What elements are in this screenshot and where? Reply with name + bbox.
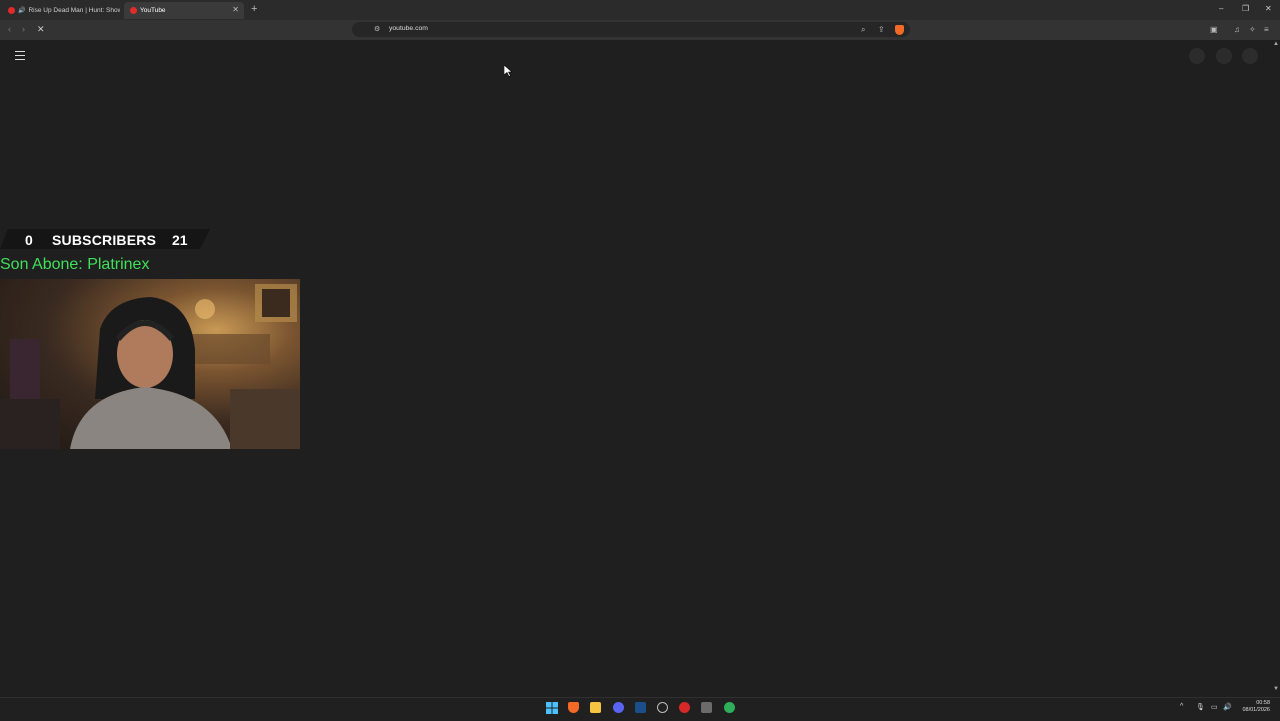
steam-icon[interactable]: [635, 702, 646, 713]
scroll-down-icon[interactable]: ▼: [1273, 686, 1279, 692]
forward-icon[interactable]: ›: [22, 24, 25, 34]
minimize-icon[interactable]: –: [1219, 4, 1223, 13]
leo-ai-icon[interactable]: ✧: [1249, 25, 1256, 34]
subscriber-label: SUBSCRIBERS: [52, 232, 157, 248]
share-icon[interactable]: ⇪: [878, 25, 885, 34]
tab-title: Rise Up Dead Man | Hunt: Show: [28, 7, 120, 14]
opera-gx-icon[interactable]: [679, 702, 690, 713]
youtube-favicon-icon: [130, 7, 137, 14]
loading-placeholder-icon: [1242, 48, 1258, 64]
clock-date: 08/01/2026: [1242, 707, 1270, 713]
brave-shield-icon[interactable]: [895, 25, 904, 35]
start-icon[interactable]: [546, 702, 558, 714]
clock-time: 00:58: [1256, 700, 1270, 706]
close-window-icon[interactable]: ✕: [1265, 4, 1272, 13]
scroll-up-icon[interactable]: ▲: [1273, 41, 1279, 47]
tray-overflow-icon[interactable]: ^: [1180, 703, 1183, 710]
subscriber-goal: 21: [172, 232, 188, 248]
mouse-cursor-icon: [504, 65, 513, 77]
microphone-icon[interactable]: 🎙: [1196, 703, 1205, 711]
webcam-feed: [0, 279, 300, 449]
volume-icon[interactable]: 🔊: [1223, 703, 1232, 711]
discord-icon[interactable]: [613, 702, 624, 713]
webcam-image: [0, 284, 300, 449]
app-icon[interactable]: [701, 702, 712, 713]
stop-loading-icon[interactable]: ✕: [37, 24, 45, 35]
loading-placeholder-icon: [1189, 48, 1205, 64]
sidebar-icon[interactable]: ▣: [1210, 25, 1218, 34]
network-icon[interactable]: ▭: [1211, 703, 1218, 711]
restore-icon[interactable]: ❐: [1242, 4, 1249, 13]
file-explorer-icon[interactable]: [590, 702, 601, 713]
tab-youtube[interactable]: YouTube ✕: [124, 2, 244, 19]
youtube-favicon-icon: [8, 7, 15, 14]
site-settings-icon[interactable]: ⚙: [374, 25, 380, 33]
new-tab-button[interactable]: +: [251, 3, 257, 15]
back-icon[interactable]: ‹: [8, 24, 11, 34]
subscriber-count: 0: [25, 232, 33, 248]
address-bar[interactable]: [352, 22, 910, 37]
zoom-icon[interactable]: ⌕: [861, 25, 865, 35]
speaker-icon[interactable]: 🔊: [18, 7, 25, 14]
clock[interactable]: 00:58 08/01/2026: [1238, 700, 1270, 714]
menu-icon[interactable]: ≡: [1264, 25, 1269, 34]
tab-hunt-video[interactable]: 🔊 Rise Up Dead Man | Hunt: Show: [2, 2, 120, 19]
tab-title: YouTube: [140, 7, 166, 14]
brave-browser-icon[interactable]: [568, 702, 579, 713]
address-text[interactable]: youtube.com: [389, 25, 428, 32]
loading-placeholder-icon: [1216, 48, 1232, 64]
guide-menu-icon[interactable]: [15, 51, 25, 63]
gear-app-icon[interactable]: [657, 702, 668, 713]
last-subscriber: Son Abone: Platrinex: [0, 256, 150, 273]
close-tab-icon[interactable]: ✕: [232, 5, 239, 14]
whatsapp-icon[interactable]: [724, 702, 735, 713]
media-icon[interactable]: ♫: [1234, 25, 1240, 34]
